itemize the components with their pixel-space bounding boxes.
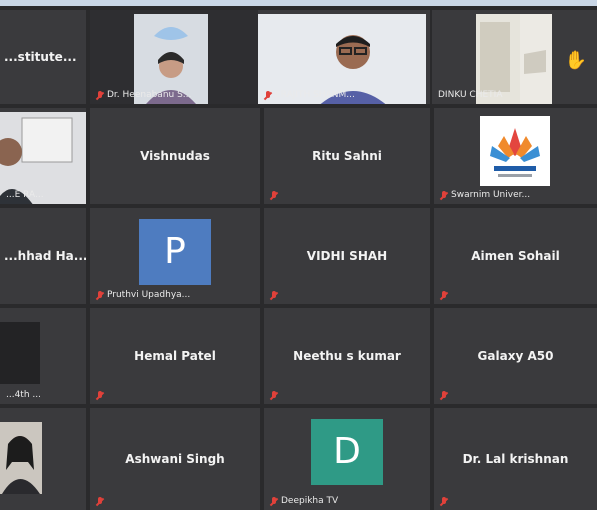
- participant-caption: [440, 291, 448, 300]
- participant-tile[interactable]: Ashwani Singh: [90, 408, 260, 510]
- participant-name: Dr. Heenabanu S...: [107, 90, 192, 100]
- participant-avatar: P: [139, 219, 211, 285]
- participant-caption: Dr. Heenabanu S...: [96, 90, 191, 100]
- muted-mic-icon: [96, 497, 104, 506]
- muted-mic-icon: [96, 290, 104, 300]
- participant-video: [0, 322, 40, 384]
- muted-mic-icon: [440, 190, 448, 200]
- participant-tile[interactable]: P Pruthvi Upadhya...: [90, 208, 260, 304]
- participant-tile[interactable]: Dr. Lal krishnan: [434, 408, 597, 510]
- participant-tile[interactable]: Hemal Patel: [90, 308, 260, 404]
- raise-hand-icon: ✋: [564, 50, 587, 71]
- participant-caption: [96, 391, 104, 400]
- participant-tile[interactable]: Aimen Sohail: [434, 208, 597, 304]
- participant-video-image: [0, 422, 42, 494]
- participant-tile[interactable]: Dr. Heenabanu S...: [90, 10, 260, 104]
- participant-tile[interactable]: Galaxy A50: [434, 308, 597, 404]
- participant-tile[interactable]: Vishnudas: [90, 108, 260, 204]
- participant-tile[interactable]: ERAJITH SHANM...: [258, 10, 430, 104]
- participant-name: Aimen Sohail: [471, 249, 560, 263]
- participant-caption: [440, 391, 448, 400]
- participant-caption: [440, 497, 448, 506]
- participant-name: Ritu Sahni: [312, 149, 382, 163]
- participant-name: DINKU CHETIA: [438, 90, 503, 100]
- muted-mic-icon: [440, 391, 448, 400]
- participant-caption: DINKU CHETIA: [438, 90, 502, 100]
- participant-name: Galaxy A50: [477, 349, 554, 363]
- participant-caption: Swarnim Univer...: [440, 190, 530, 200]
- participant-tile[interactable]: ...stitute...: [0, 10, 86, 104]
- participant-caption: Deepikha TV: [270, 496, 338, 506]
- participant-name: ...E RA...: [6, 190, 44, 200]
- university-logo-icon: [490, 128, 540, 177]
- participant-name: Neethu s kumar: [293, 349, 401, 363]
- participant-name: VIDHI SHAH: [306, 249, 388, 263]
- participant-name: ...stitute...: [4, 50, 77, 64]
- participant-tile[interactable]: ...hhad Ha...: [0, 208, 86, 304]
- participant-avatar: D: [311, 419, 383, 485]
- participant-tile[interactable]: ...E RA...: [0, 108, 86, 204]
- participant-tile[interactable]: D Deepikha TV: [264, 408, 430, 510]
- participant-name: ...4th ...: [6, 390, 41, 400]
- muted-mic-icon: [440, 291, 448, 300]
- muted-mic-icon: [270, 496, 278, 506]
- participant-caption: [270, 191, 278, 200]
- participant-caption: ...E RA...: [6, 190, 44, 200]
- participant-name: ...hhad Ha...: [4, 249, 86, 263]
- video-gallery-grid: ...stitute... Dr. Heenabanu S... ERAJITH…: [0, 6, 597, 510]
- muted-mic-icon: [96, 90, 104, 100]
- participant-caption: [270, 291, 278, 300]
- muted-mic-icon: [264, 90, 272, 100]
- muted-mic-icon: [270, 191, 278, 200]
- participant-name: ERAJITH SHANM...: [275, 90, 355, 100]
- muted-mic-icon: [270, 291, 278, 300]
- participant-logo: [480, 116, 550, 186]
- participant-caption: ERAJITH SHANM...: [264, 90, 355, 100]
- participant-video: [0, 422, 42, 494]
- muted-mic-icon: [270, 391, 278, 400]
- participant-name: Pruthvi Upadhya...: [107, 290, 191, 300]
- participant-name: Dr. Lal krishnan: [462, 452, 569, 466]
- participant-tile[interactable]: Swarnim Univer...: [434, 108, 597, 204]
- participant-tile[interactable]: Ritu Sahni: [264, 108, 430, 204]
- participant-caption: [96, 497, 104, 506]
- participant-name: Vishnudas: [140, 149, 210, 163]
- participant-tile[interactable]: Neethu s kumar: [264, 308, 430, 404]
- participant-tile[interactable]: VIDHI SHAH: [264, 208, 430, 304]
- participant-name: Hemal Patel: [134, 349, 216, 363]
- participant-caption: ...4th ...: [6, 390, 41, 400]
- participant-name: Swarnim Univer...: [451, 190, 531, 200]
- muted-mic-icon: [96, 391, 104, 400]
- participant-caption: [270, 391, 278, 400]
- participant-tile[interactable]: [0, 408, 86, 510]
- muted-mic-icon: [440, 497, 448, 506]
- participant-name: Deepikha TV: [281, 496, 339, 506]
- participant-caption: Pruthvi Upadhya...: [96, 290, 190, 300]
- participant-tile[interactable]: DINKU CHETIA ✋: [432, 10, 597, 104]
- participant-tile[interactable]: ...4th ...: [0, 308, 86, 404]
- participant-name: Ashwani Singh: [125, 452, 225, 466]
